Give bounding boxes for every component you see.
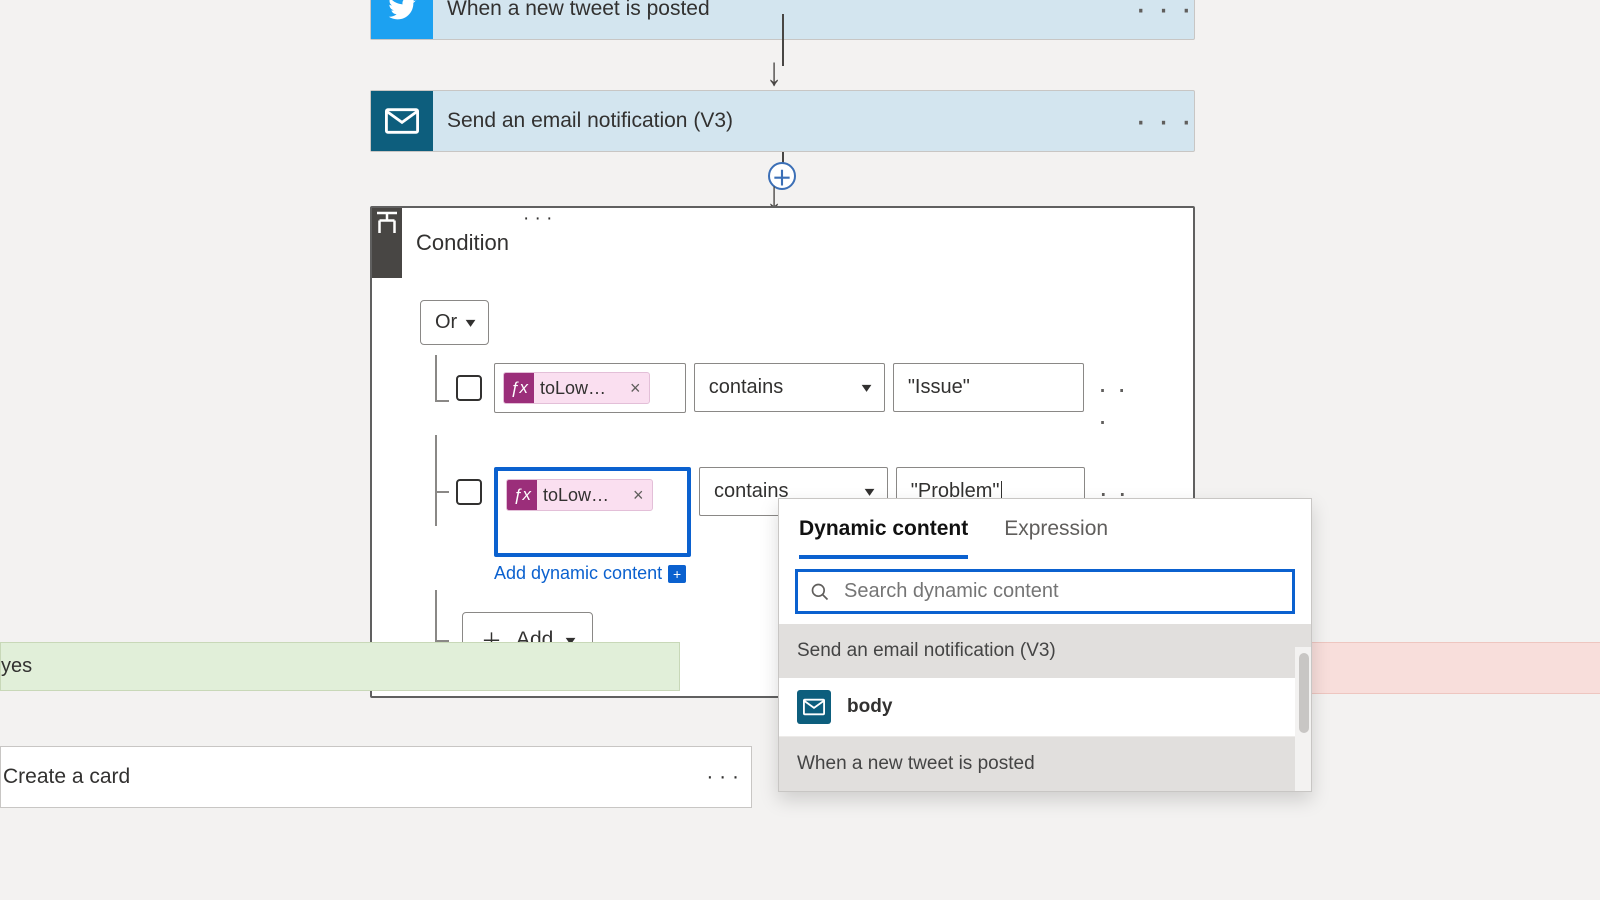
expression-token[interactable]: ƒx toLower(… × [506,479,653,511]
search-input[interactable] [844,580,1280,603]
value-text: "Issue" [908,376,970,398]
step-title: Create a card [3,765,130,789]
logic-operator-label: Or [435,311,457,334]
logic-operator-select[interactable]: Or ▾ [420,300,489,345]
step-overflow-menu[interactable]: · · · [1134,91,1194,151]
fx-icon: ƒx [507,480,537,510]
arrow-down-icon: ↓ [766,50,782,95]
twitter-icon [371,0,433,39]
tab-expression[interactable]: Expression [1004,517,1108,559]
dynamic-content-flyout: Dynamic content Expression Send an email… [778,498,1312,792]
add-dynamic-content-link[interactable]: Add dynamic content + [494,563,691,584]
tree-line [435,491,449,493]
tree-line [435,355,437,400]
condition-row: ƒx toLower(… × contains ▾ "Issue" · · · [420,363,1145,437]
step-create-card[interactable]: Create a card · · · [0,746,752,808]
scrollbar-thumb[interactable] [1299,653,1309,733]
add-dynamic-label: Add dynamic content [494,563,662,584]
condition-left-operand[interactable]: ƒx toLower(… × [494,467,691,557]
item-label: body [847,696,892,718]
mail-icon [371,91,433,151]
condition-left-operand[interactable]: ƒx toLower(… × [494,363,686,413]
step-send-email[interactable]: Send an email notification (V3) · · · [370,90,1195,152]
condition-value-input[interactable]: "Issue" [893,363,1084,412]
step-overflow-menu[interactable]: · · · [1134,0,1194,39]
condition-header[interactable]: Condition · · · [372,208,1193,278]
fx-icon: ƒx [504,373,534,403]
flyout-tabs: Dynamic content Expression [779,499,1311,559]
remove-token-button[interactable]: × [622,378,649,399]
token-label: toLower(… [537,485,625,506]
dynamic-content-search[interactable] [795,569,1295,614]
condition-operator-select[interactable]: contains ▾ [694,363,885,412]
flow-designer-canvas: When a new tweet is posted · · · ↓ Send … [0,0,1600,900]
chevron-down-icon: ▾ [861,379,871,396]
tab-dynamic-content[interactable]: Dynamic content [799,517,968,559]
chevron-down-icon: ▾ [466,314,476,331]
tree-line [435,590,437,640]
mail-icon [797,690,831,724]
remove-token-button[interactable]: × [625,485,652,506]
step-overflow-menu[interactable]: · · · [706,765,739,789]
row-checkbox[interactable] [456,375,482,401]
search-icon [810,582,830,602]
flyout-section-header: Send an email notification (V3) [779,624,1311,678]
row-overflow-menu[interactable]: · · · [1098,363,1145,437]
row-checkbox[interactable] [456,479,482,505]
step-title: Send an email notification (V3) [433,91,1134,151]
yes-branch-banner[interactable]: yes [0,642,680,691]
connector-line [782,14,784,66]
step-overflow-menu[interactable]: · · · [523,208,553,278]
plus-icon: + [668,565,686,583]
branch-label: yes [1,655,32,677]
condition-icon [372,208,402,278]
token-label: toLower(… [534,378,622,399]
tree-line [435,400,449,402]
expression-token[interactable]: ƒx toLower(… × [503,372,650,404]
flyout-scrollbar[interactable] [1295,647,1311,791]
step-title: Condition [402,208,523,278]
operator-label: contains [709,376,784,399]
flyout-section-header: When a new tweet is posted [779,737,1311,791]
tree-line [435,435,437,526]
dynamic-content-item-body[interactable]: body [779,678,1311,737]
